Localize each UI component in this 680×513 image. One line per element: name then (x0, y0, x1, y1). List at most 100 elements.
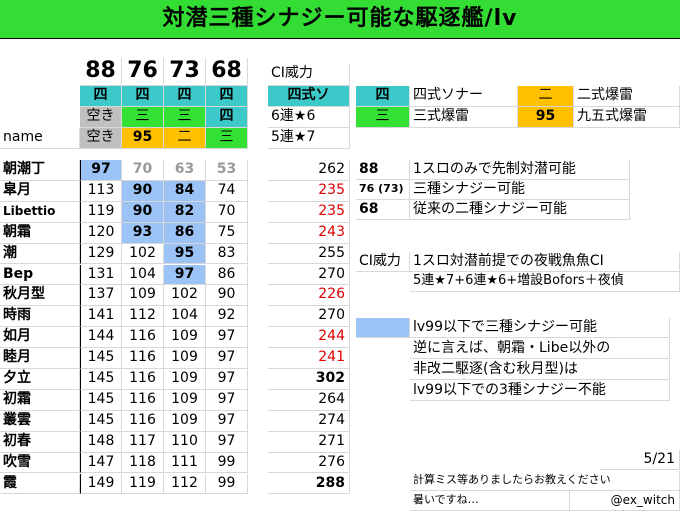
asw-value: 97 (206, 327, 248, 349)
author-handle: @ex_witch (570, 491, 680, 511)
ship-name: 叢雲 (0, 410, 80, 432)
note-key-88: 88 (356, 160, 410, 180)
asw-value: 99 (206, 473, 248, 495)
spreadsheet: 対潜三種シナジー可能な駆逐艦/lv 88 76 73 68 CI威力 四 四 四… (0, 0, 680, 513)
asw-value: 111 (164, 452, 206, 474)
ship-name: 朝霜 (0, 222, 80, 244)
asw-value: 110 (164, 431, 206, 453)
asw-value: 116 (122, 389, 164, 411)
asw-value: 70 (206, 201, 248, 223)
asw-value: 137 (80, 285, 122, 307)
asw-value: 82 (164, 201, 206, 223)
note-76: 三種シナジー可能 (410, 180, 630, 200)
ship-name: Libettio (0, 201, 80, 223)
note-ci: 1スロ対潜前提での夜戦魚魚CI (410, 252, 680, 272)
footer-note-2: 暑いですね… (410, 491, 570, 511)
equip-r3-c4: 三 (206, 128, 248, 149)
asw-value: 97 (80, 160, 122, 181)
asw-value: 70 (122, 160, 164, 181)
ship-name: 夕立 (0, 369, 80, 390)
asw-value: 116 (122, 410, 164, 432)
ship-name: 初霜 (0, 389, 80, 411)
equip-r1-c1: 四 (80, 86, 122, 107)
ci-power: 274 (268, 410, 350, 432)
asw-value: 90 (206, 285, 248, 307)
equip-r3-c2: 95 (122, 128, 164, 149)
asw-value: 119 (122, 473, 164, 495)
ci-label: CI威力 (268, 64, 350, 86)
ship-name: Bep (0, 264, 80, 286)
lv-col-68: 68 (206, 58, 248, 86)
asw-value: 145 (80, 348, 122, 369)
note-para-2: 非改二駆逐(含む秋月型)は (410, 360, 670, 380)
note-para-1: 逆に言えば、朝霜・Libe以外の (410, 339, 670, 359)
legend-key-4: 95 (518, 107, 574, 128)
ci-power: 241 (268, 348, 350, 369)
asw-value: 90 (122, 201, 164, 223)
note-key-76: 76 (73) (356, 180, 410, 200)
equip-r2-c3: 三 (164, 107, 206, 128)
asw-value: 86 (206, 264, 248, 286)
note-ci-2: 5連★7+6連★6+増設Bofors＋夜偵 (410, 272, 680, 292)
asw-value: 120 (80, 222, 122, 244)
lv-col-76: 76 (122, 58, 164, 86)
asw-value: 131 (80, 264, 122, 286)
note-key-ci: CI威力 (356, 252, 410, 272)
asw-value: 102 (122, 243, 164, 265)
asw-value: 119 (80, 201, 122, 223)
asw-value: 144 (80, 327, 122, 349)
ci-power: 270 (268, 264, 350, 286)
name-label: name (0, 128, 80, 149)
asw-value: 145 (80, 369, 122, 390)
ci-power: 235 (268, 201, 350, 223)
asw-value: 99 (206, 452, 248, 474)
ci-power: 255 (268, 243, 350, 265)
ci-power: 264 (268, 389, 350, 411)
equip-r1-ci: 四式ソ (268, 86, 350, 107)
equip-r1-c2: 四 (122, 86, 164, 107)
ship-name: 潮 (0, 243, 80, 265)
sheet-title: 対潜三種シナジー可能な駆逐艦/lv (0, 0, 680, 39)
asw-value: 109 (164, 348, 206, 369)
asw-value: 83 (206, 243, 248, 265)
equip-r2-c4: 四 (206, 107, 248, 128)
equip-r3-c3: 二 (164, 128, 206, 149)
ci-power: 302 (268, 369, 350, 390)
legend-val-1: 四式ソナー (410, 86, 518, 107)
equip-r3-ci: 5連★7 (268, 128, 350, 149)
ship-name: 朝潮丁 (0, 160, 80, 181)
note-date: 5/21 (600, 450, 680, 470)
asw-value: 84 (164, 180, 206, 202)
note-key-68: 68 (356, 200, 410, 220)
ci-power: 271 (268, 431, 350, 453)
ship-name: 皐月 (0, 180, 80, 202)
asw-value: 97 (206, 389, 248, 411)
ci-power: 270 (268, 306, 350, 328)
ci-power: 244 (268, 327, 350, 349)
asw-value: 141 (80, 306, 122, 328)
legend-key-3: 三 (356, 107, 410, 128)
asw-value: 97 (206, 431, 248, 453)
asw-value: 97 (164, 264, 206, 286)
asw-value: 74 (206, 180, 248, 202)
legend-val-4: 九五式爆雷 (574, 107, 680, 128)
legend-val-2: 二式爆雷 (574, 86, 680, 107)
asw-value: 145 (80, 410, 122, 432)
asw-value: 113 (80, 180, 122, 202)
asw-value: 102 (164, 285, 206, 307)
equip-r1-c3: 四 (164, 86, 206, 107)
ship-name: 秋月型 (0, 285, 80, 307)
asw-value: 92 (206, 306, 248, 328)
ship-name: 睦月 (0, 348, 80, 369)
ship-name: 霞 (0, 473, 80, 495)
asw-value: 116 (122, 348, 164, 369)
lv-col-73: 73 (164, 58, 206, 86)
ship-name: 初春 (0, 431, 80, 453)
note-blue: lv99以下で三種シナジー可能 (410, 318, 670, 338)
asw-value: 53 (206, 160, 248, 181)
legend-val-3: 三式爆雷 (410, 107, 518, 128)
asw-value: 97 (206, 410, 248, 432)
asw-value: 109 (164, 389, 206, 411)
asw-value: 109 (164, 410, 206, 432)
asw-value: 75 (206, 222, 248, 244)
